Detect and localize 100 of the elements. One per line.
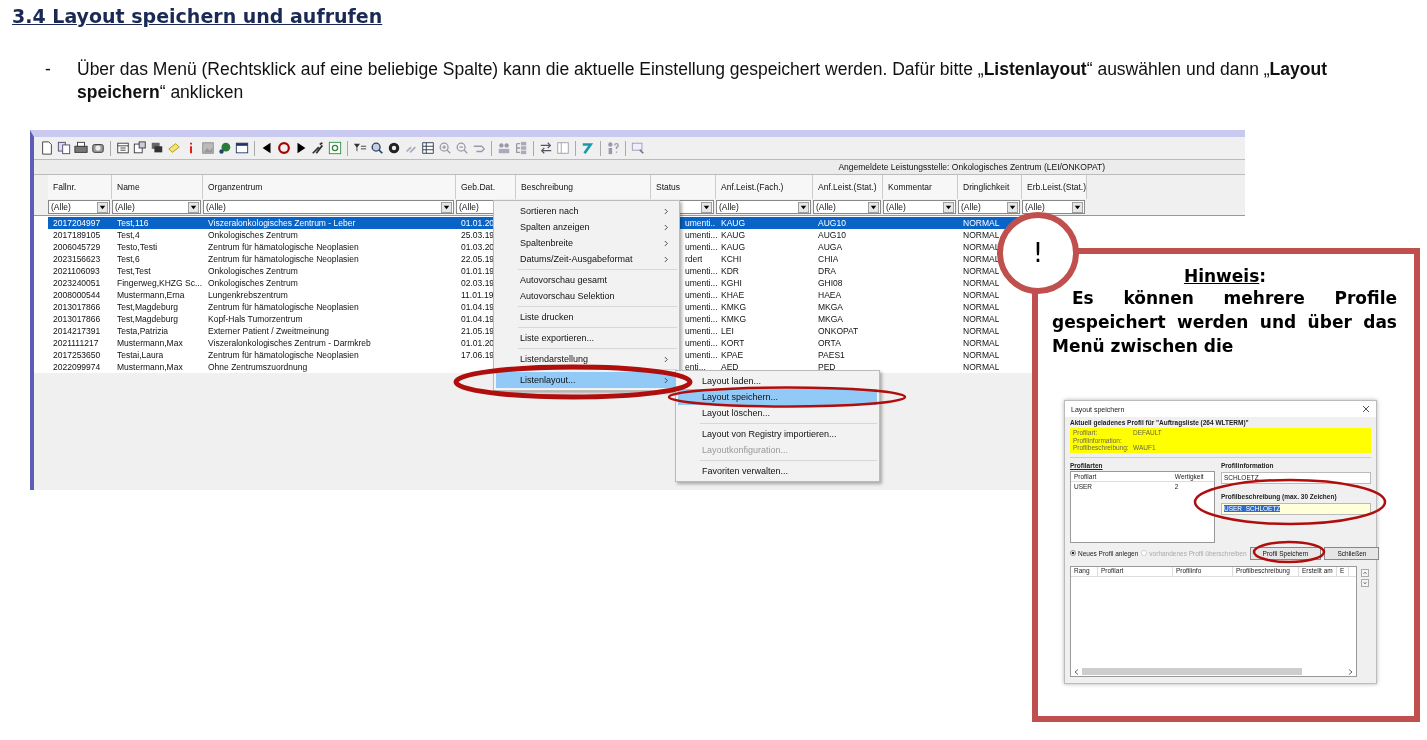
table-cell[interactable]: 01.04.19 [456, 301, 495, 313]
menu-item[interactable]: Listenlayout... [496, 372, 677, 388]
table-cell[interactable]: Test,Magdeburg [112, 313, 178, 325]
table-cell[interactable]: 2017253650 [48, 349, 101, 361]
table-cell[interactable]: 17.06.19 [456, 349, 495, 361]
table-cell[interactable]: 22.05.19 [456, 253, 495, 265]
table-cell[interactable]: 2013017866 [48, 301, 101, 313]
filter-dropdown[interactable]: (Alle) [112, 200, 201, 214]
table-cell[interactable]: NORMAL [958, 301, 1000, 313]
column-header[interactable]: Kommentar [883, 175, 958, 199]
column-header[interactable]: Dringlichkeit [958, 175, 1022, 199]
table-cell[interactable]: Zentrum für hämatologische Neoplasien [203, 349, 359, 361]
table-cell[interactable]: KGHI [716, 277, 742, 289]
table-cell[interactable]: Externer Patient / Zweitmeinung [203, 325, 329, 337]
table-cell[interactable]: Mustermann,Max [112, 337, 183, 349]
table-cell[interactable]: KMKG [716, 301, 747, 313]
table-cell[interactable]: MKGA [813, 313, 844, 325]
menu-item[interactable]: Liste drucken [496, 309, 677, 325]
table-cell[interactable]: Ohne Zentrumszuordnung [203, 361, 308, 373]
column-header[interactable]: Anf.Leist.(Stat.) [813, 175, 883, 199]
table-cell[interactable]: 2017204997 [48, 217, 112, 229]
table-cell[interactable]: NORMAL [958, 349, 1000, 361]
table-cell[interactable]: KHAE [716, 289, 745, 301]
table-cell[interactable]: Zentrum für hämatologische Neoplasien [203, 301, 359, 313]
table-cell[interactable]: KAUG [716, 217, 813, 229]
menu-item[interactable]: Favoriten verwalten... [678, 463, 877, 479]
table-cell[interactable]: Zentrum für hämatologische Neoplasien [203, 241, 359, 253]
table-cell[interactable]: LEI [716, 325, 734, 337]
table-cell[interactable]: Testa,Patrizia [112, 325, 169, 337]
table-cell[interactable]: NORMAL [958, 361, 1000, 373]
table-cell[interactable]: 02.03.19 [456, 277, 495, 289]
table-cell[interactable]: NORMAL [958, 241, 1000, 253]
table-cell[interactable]: ORTA [813, 337, 841, 349]
filter-dropdown[interactable]: (Alle) [813, 200, 881, 214]
column-header[interactable]: Organzentrum [203, 175, 456, 199]
column-header[interactable]: Fallnr. [48, 175, 112, 199]
table-cell[interactable]: Test,4 [112, 229, 140, 241]
menu-item[interactable]: Listendarstellung [496, 351, 677, 367]
column-header[interactable]: Erb.Leist.(Stat.) [1022, 175, 1087, 199]
table-cell[interactable]: Lungenkrebszentrum [203, 289, 288, 301]
table-cell[interactable]: NORMAL [958, 337, 1000, 349]
menu-item[interactable]: Layout löschen... [678, 405, 877, 421]
column-header[interactable]: Beschreibung [516, 175, 651, 199]
column-header[interactable]: Geb.Dat. [456, 175, 516, 199]
table-cell[interactable]: 01.01.20 [456, 337, 495, 349]
table-cell[interactable]: 01.04.19 [456, 313, 495, 325]
table-cell[interactable]: Viszeralonkologisches Zentrum - Leber [203, 217, 456, 229]
table-cell[interactable]: Testai,Laura [112, 349, 164, 361]
menu-item[interactable]: Spaltenbreite [496, 235, 677, 251]
menu-item[interactable]: Datums/Zeit-Ausgabeformat [496, 251, 677, 267]
table-cell[interactable]: 2023156623 [48, 253, 101, 265]
filter-dropdown[interactable]: (Alle) [958, 200, 1020, 214]
table-cell[interactable]: NORMAL [958, 229, 1000, 241]
table-cell[interactable]: AUG10 [813, 229, 846, 241]
menu-item[interactable]: Autovorschau Selektion [496, 288, 677, 304]
table-cell[interactable]: NORMAL [958, 325, 1000, 337]
table-cell[interactable]: Testo,Testi [112, 241, 158, 253]
table-cell[interactable]: KDR [716, 265, 739, 277]
table-cell[interactable]: DRA [813, 265, 836, 277]
table-cell[interactable]: NORMAL [958, 289, 1000, 301]
table-cell[interactable]: 2022099974 [48, 361, 101, 373]
table-cell[interactable]: PAES1 [813, 349, 845, 361]
table-cell[interactable]: KAUG [716, 229, 746, 241]
table-cell[interactable]: Test,Test [112, 265, 151, 277]
filter-dropdown[interactable]: (Alle) [1022, 200, 1085, 214]
table-cell[interactable]: KAUG [716, 241, 746, 253]
table-cell[interactable]: Test,Magdeburg [112, 301, 178, 313]
table-cell[interactable]: 25.03.19 [456, 229, 495, 241]
menu-item[interactable]: Layout von Registry importieren... [678, 426, 877, 442]
table-cell[interactable]: KPAE [716, 349, 744, 361]
table-cell[interactable]: NORMAL [958, 277, 1000, 289]
table-cell[interactable]: Onkologisches Zentrum [203, 229, 298, 241]
table-cell[interactable]: 2021111217 [48, 337, 99, 349]
table-cell[interactable]: AED [716, 361, 739, 373]
table-cell[interactable]: KORT [716, 337, 745, 349]
table-cell[interactable]: NORMAL [958, 253, 1000, 265]
column-header[interactable]: Status [651, 175, 716, 199]
table-cell[interactable]: 2023240051 [48, 277, 101, 289]
table-cell[interactable]: 01.03.20 [456, 241, 495, 253]
table-cell[interactable]: 2008000544 [48, 289, 101, 301]
table-cell[interactable]: KMKG [716, 313, 747, 325]
table-cell[interactable]: Onkologisches Zentrum [203, 265, 298, 277]
table-cell[interactable]: Mustermann,Max [112, 361, 183, 373]
table-cell[interactable]: 2013017866 [48, 313, 101, 325]
table-cell[interactable]: 2021106093 [48, 265, 100, 277]
table-cell[interactable]: 21.05.19 [456, 325, 495, 337]
table-cell[interactable]: NORMAL [958, 313, 1000, 325]
table-cell[interactable]: Onkologisches Zentrum [203, 277, 298, 289]
filter-dropdown[interactable]: (Alle) [883, 200, 956, 214]
table-cell[interactable]: HAEA [813, 289, 842, 301]
table-cell[interactable]: MKGA [813, 301, 844, 313]
table-cell[interactable]: Fingerweg,KHZG Sc... [112, 277, 203, 289]
table-cell[interactable]: Viszeralonkologisches Zentrum - Darmkreb [203, 337, 371, 349]
table-cell[interactable]: AUG10 [813, 217, 883, 229]
table-cell[interactable]: 2014217391 [48, 325, 101, 337]
table-cell[interactable]: ONKOPAT [813, 325, 859, 337]
table-cell[interactable]: PED [813, 361, 836, 373]
table-cell[interactable]: 01.01.19 [456, 265, 495, 277]
table-cell[interactable]: 11.01.19 [456, 289, 494, 301]
menu-item[interactable]: Autovorschau gesamt [496, 272, 677, 288]
